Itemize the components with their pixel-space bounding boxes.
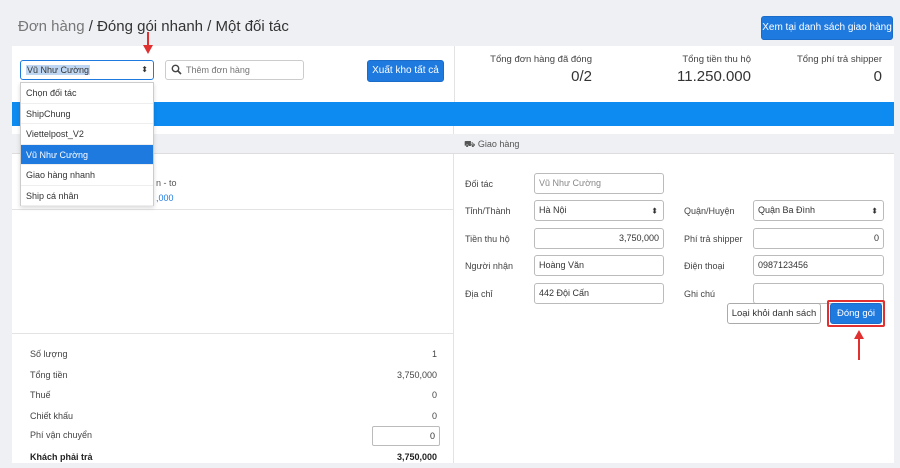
shipper-fee-input[interactable]: 0	[753, 228, 884, 249]
view-delivery-list-button[interactable]: Xem tại danh sách giao hàng	[761, 16, 893, 40]
select-caret-icon: ⬍	[651, 206, 658, 215]
quantity-label: Số lượng	[30, 349, 68, 359]
app-frame: Đơn hàng / Đóng gói nhanh / Một đối tác …	[12, 8, 894, 463]
cod-label: Tiền thu hộ	[465, 234, 510, 244]
dropdown-option[interactable]: Giao hàng nhanh	[21, 165, 153, 186]
dropdown-option-selected[interactable]: Vũ Như Cường	[21, 144, 153, 165]
stat-label: Tổng phí trả shipper	[796, 54, 882, 65]
discount-value: 0	[431, 411, 437, 421]
divider	[12, 333, 454, 334]
order-item-name: n - to	[156, 178, 177, 188]
receiver-input[interactable]: Hoàng Văn	[534, 255, 664, 276]
total-value: 3,750,000	[396, 370, 437, 380]
note-label: Ghi chú	[684, 289, 716, 299]
partner-label: Đối tác	[465, 179, 494, 189]
dropdown-option[interactable]: Viettelpost_V2	[21, 124, 153, 145]
search-icon	[171, 64, 182, 75]
stat-value: 0	[873, 68, 882, 85]
shipping-fee-label: Phí vận chuyển	[30, 430, 93, 440]
quantity-value: 1	[431, 349, 437, 359]
stat-cod-total: Tổng tiền thu hộ 11.250.000	[677, 54, 751, 85]
pack-button[interactable]: Đóng gói	[830, 303, 882, 324]
cod-input[interactable]: 3,750,000	[534, 228, 664, 249]
breadcrumb: Đơn hàng / Đóng gói nhanh / Một đối tác	[18, 18, 289, 35]
order-item-price[interactable]: ,000	[156, 193, 174, 203]
divider	[454, 46, 455, 102]
breadcrumb-orders[interactable]: Đơn hàng	[18, 18, 85, 35]
stat-packed-orders: Tổng đơn hàng đã đóng 0/2	[490, 54, 592, 85]
province-value: Hà Nội	[539, 205, 567, 215]
stat-value: 0/2	[571, 68, 592, 85]
dropdown-option[interactable]: Chọn đối tác	[21, 83, 153, 104]
export-all-button[interactable]: Xuất kho tất cả	[367, 60, 444, 82]
annotation-arrow-down-icon	[143, 32, 153, 54]
dropdown-option[interactable]: ShipChung	[21, 104, 153, 124]
page-title: Một đối tác	[215, 18, 289, 35]
province-label: Tỉnh/Thành	[465, 206, 511, 216]
stat-value: 11.250.000	[677, 68, 751, 85]
remove-from-list-button[interactable]: Loại khỏi danh sách	[727, 303, 821, 324]
partner-select[interactable]: Vũ Như Cường ⬍	[20, 60, 154, 80]
stat-label: Tổng đơn hàng đã đóng	[490, 54, 592, 65]
breadcrumb-separator: /	[203, 18, 216, 35]
select-caret-icon: ⬍	[871, 206, 878, 215]
address-label: Địa chỉ	[465, 289, 493, 299]
search-input[interactable]	[186, 63, 296, 77]
order-search[interactable]	[165, 60, 304, 80]
province-select[interactable]: Hà Nội ⬍	[534, 200, 664, 221]
shipper-fee-label: Phí trả shipper	[684, 234, 743, 244]
tax-label: Thuế	[30, 390, 51, 400]
discount-label: Chiết khấu	[30, 411, 74, 421]
district-select[interactable]: Quận Ba Đình ⬍	[753, 200, 884, 221]
partner-dropdown: Chọn đối tác ShipChung Viettelpost_V2 Vũ…	[20, 82, 154, 206]
stat-shipper-fee: Tổng phí trả shipper 0	[797, 54, 882, 85]
receiver-label: Người nhận	[465, 261, 513, 271]
truck-icon: ⛟	[464, 139, 476, 149]
tax-value: 0	[431, 390, 437, 400]
phone-input[interactable]: 0987123456	[753, 255, 884, 276]
partner-field[interactable]: Vũ Như Cường	[534, 173, 664, 194]
district-value: Quận Ba Đình	[758, 205, 816, 215]
customer-pays-value: 3,750,000	[396, 452, 437, 462]
partner-select-value: Vũ Như Cường	[26, 65, 90, 75]
phone-label: Điện thoại	[684, 261, 725, 271]
divider	[12, 209, 454, 210]
annotation-arrow-up-icon	[854, 330, 864, 360]
delivery-section-title: Giao hàng	[477, 139, 520, 149]
select-caret-icon: ⬍	[141, 65, 148, 74]
breadcrumb-separator: /	[84, 18, 98, 35]
delivery-panel-header: ⛟ Giao hàng	[454, 134, 894, 154]
dropdown-option[interactable]: Ship cá nhân	[21, 186, 153, 206]
shipping-fee-input[interactable]: 0	[372, 426, 440, 446]
customer-pays-label: Khách phải trả	[30, 452, 93, 462]
total-label: Tổng tiền	[30, 370, 68, 380]
address-input[interactable]: 442 Đội Cấn	[534, 283, 664, 304]
district-label: Quận/Huyện	[684, 206, 735, 216]
stat-label: Tổng tiền thu hộ	[682, 54, 751, 65]
